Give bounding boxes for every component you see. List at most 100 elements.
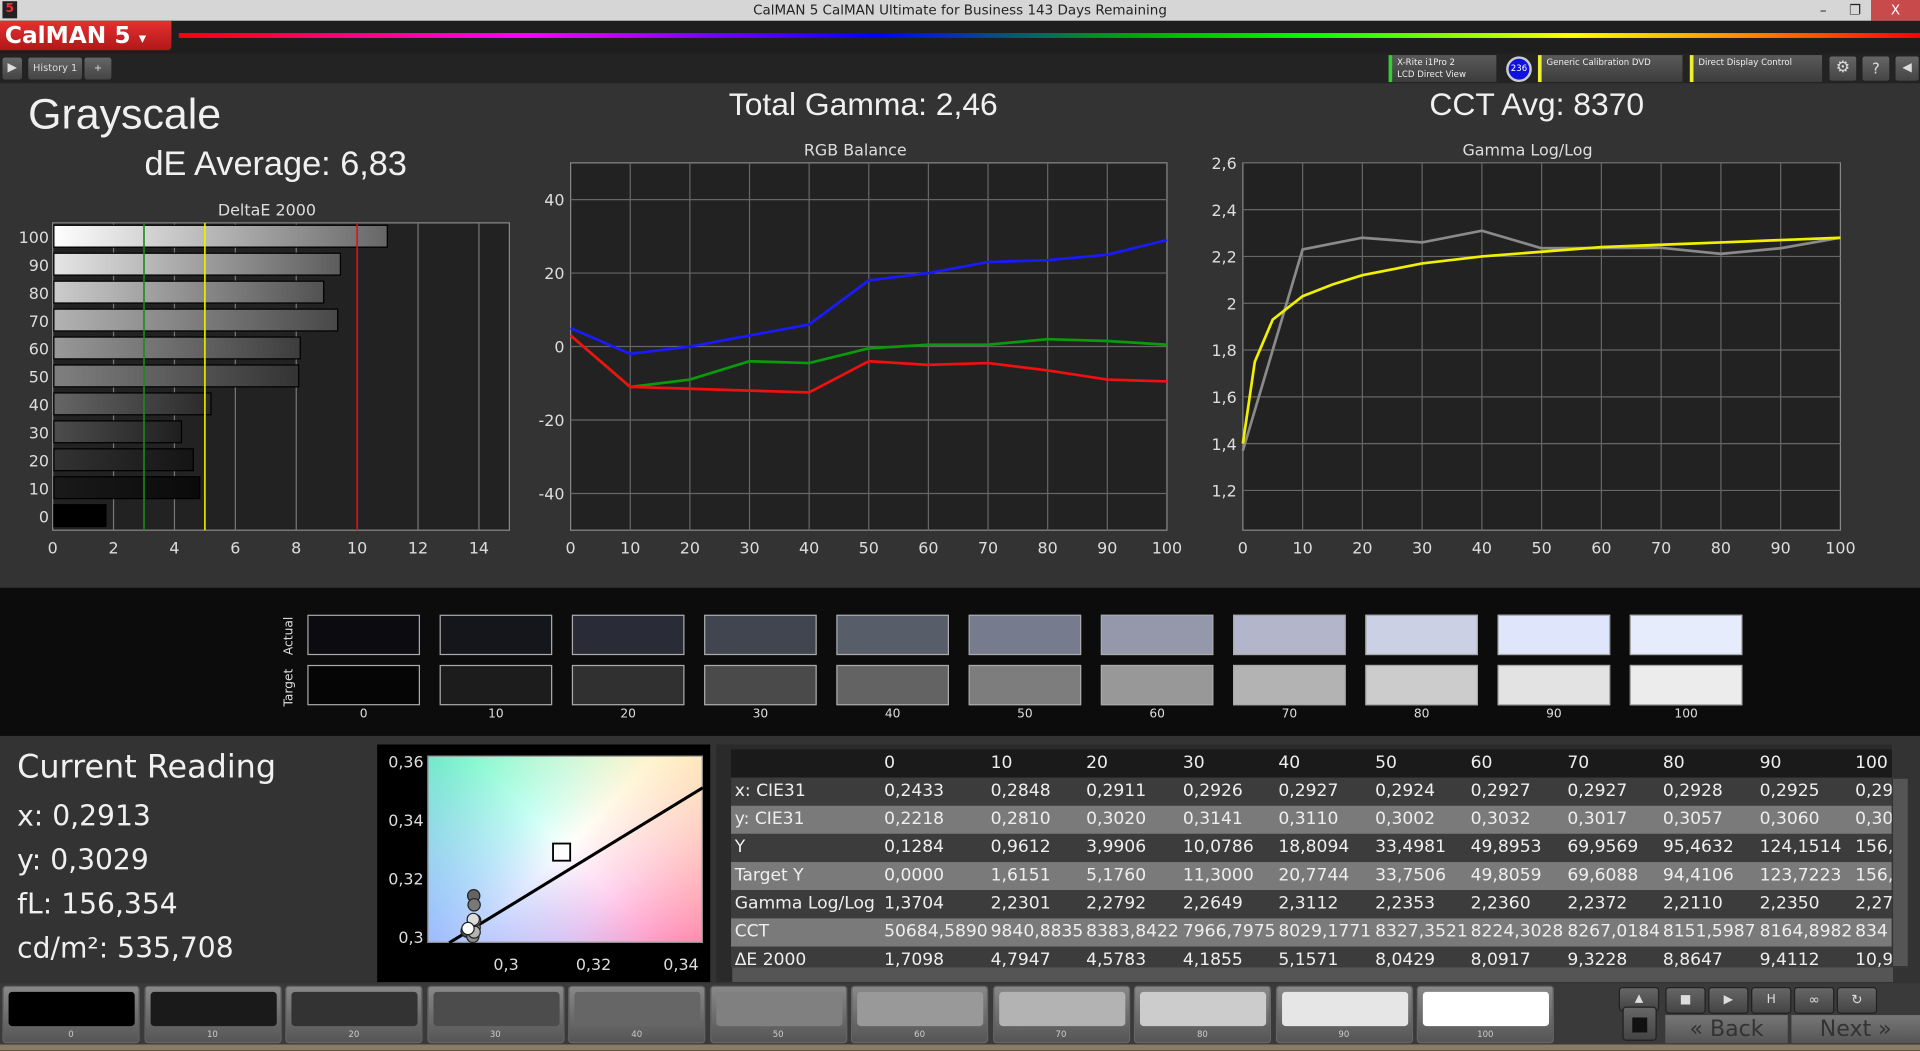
table-cell: 0,2218 (884, 809, 945, 829)
table-vertical-scrollbar[interactable] (1891, 777, 1909, 968)
table-cell: 0,3002 (1375, 809, 1436, 829)
table-cell: 8,0917 (1470, 950, 1531, 968)
table-horizontal-scrollbar[interactable] (732, 967, 1894, 983)
swatch-button-label: 40 (631, 1029, 643, 1040)
table-cell: 0,2927 (1278, 781, 1339, 801)
continuous-icon[interactable]: ∞ (1793, 986, 1835, 1014)
table-cell: 0,2810 (990, 809, 1051, 829)
swatch-button-label: 80 (1196, 1029, 1208, 1040)
table-cell: 8029,1771 (1278, 922, 1372, 942)
swatch-button-label: 10 (206, 1029, 218, 1040)
bottom-swatch-button[interactable]: 0 (2, 985, 140, 1044)
next-label: Next (1819, 1016, 1872, 1043)
table-cell: 9,3228 (1567, 950, 1628, 968)
table-cell: 123,7223 (1759, 865, 1842, 886)
stop-icon[interactable]: ■ (1622, 1006, 1657, 1041)
column-header[interactable]: 90 (1760, 749, 1782, 777)
cie-xtick: 0,34 (663, 955, 698, 974)
table-cell: 5,1760 (1086, 865, 1147, 886)
table-cell: 0,3141 (1182, 809, 1243, 829)
table-cell: 156, (1855, 837, 1892, 858)
column-header[interactable]: 10 (991, 749, 1013, 777)
table-cell: 1,6151 (990, 865, 1051, 886)
table-cell: 0,29 (1855, 781, 1892, 801)
swatch-button-label: 70 (1055, 1029, 1067, 1040)
swatch-button-label: 20 (348, 1029, 360, 1040)
bottom-swatch-button[interactable]: 60 (851, 985, 989, 1044)
next-button[interactable]: Next » (1791, 1015, 1920, 1044)
play-icon[interactable]: ▶ (1708, 986, 1749, 1014)
table-cell: 0,2927 (1567, 781, 1628, 801)
swatch-button-label: 60 (914, 1029, 926, 1040)
table-cell: 0,3020 (1086, 809, 1147, 829)
table-cell: 0,3060 (1759, 809, 1820, 829)
back-button[interactable]: « Back (1665, 1015, 1788, 1044)
table-cell: 8,8647 (1662, 950, 1723, 968)
table-cell: 2,2110 (1662, 893, 1723, 914)
data-table: 0 10 20 30 40 50 60 70 80 90 100 x: CIE31 0,2433 0,28… (731, 749, 1892, 968)
column-header[interactable]: 40 (1278, 749, 1300, 777)
table-cell: 1,7098 (884, 950, 945, 968)
swatch-fill (857, 991, 984, 1027)
swatch-fill (1140, 991, 1267, 1027)
table-cell: 0,2911 (1086, 781, 1147, 801)
column-header[interactable]: 80 (1663, 749, 1685, 777)
column-header[interactable]: 30 (1183, 749, 1205, 777)
table-cell: 0,30 (1855, 809, 1892, 829)
row-label: y: CIE31 (734, 809, 805, 829)
cie-ytick: 0,36 (388, 752, 423, 771)
table-row: x: CIE31 0,2433 0,2848 0,2911 0,2926 0,2927 0,… (731, 777, 1892, 806)
hold-icon[interactable]: H (1751, 986, 1792, 1014)
next-chevron-icon: » (1878, 1016, 1892, 1043)
refresh-icon[interactable]: ↻ (1836, 986, 1878, 1014)
swatch-fill (8, 991, 135, 1027)
bottom-swatch-button[interactable]: 80 (1133, 985, 1272, 1044)
column-header[interactable]: 0 (884, 749, 895, 777)
column-header[interactable]: 100 (1855, 749, 1888, 777)
swatch-fill (1422, 991, 1549, 1027)
cie-ytick: 0,3 (398, 928, 423, 947)
table-row: y: CIE31 0,2218 0,2810 0,3020 0,3141 0,3110 0,… (731, 805, 1892, 834)
column-header[interactable]: 60 (1471, 749, 1493, 777)
table-cell: 156, (1855, 865, 1892, 886)
table-cell: 2,3112 (1278, 893, 1339, 914)
table-cell: 20,7744 (1278, 865, 1350, 886)
table-cell: 49,8953 (1470, 837, 1542, 858)
table-cell: 2,2792 (1086, 893, 1147, 914)
column-header[interactable]: 70 (1567, 749, 1589, 777)
bottom-swatch-button[interactable]: 20 (285, 985, 423, 1044)
table-cell: 49,8059 (1470, 865, 1542, 886)
table-cell: 2,2360 (1470, 893, 1531, 914)
cie-xtick: 0,32 (576, 955, 611, 974)
table-cell: 94,4106 (1662, 865, 1734, 886)
row-label: Gamma Log/Log (734, 893, 875, 914)
back-chevron-icon: « (1689, 1016, 1703, 1043)
bottom-swatch-button[interactable]: 90 (1275, 985, 1413, 1044)
bottom-swatch-button[interactable]: 40 (568, 985, 706, 1044)
row-label: Y (734, 837, 746, 858)
table-cell: 0,3032 (1470, 809, 1531, 829)
bottom-swatch-button[interactable]: 100 (1416, 985, 1554, 1044)
swatch-button-label: 90 (1338, 1029, 1350, 1040)
table-cell: 10,9 (1855, 950, 1892, 968)
table-cell: 0,2848 (990, 781, 1051, 801)
table-cell: 124,1514 (1759, 837, 1842, 858)
bottom-swatch-button[interactable]: 70 (992, 985, 1130, 1044)
table-cell: 0,2433 (884, 781, 945, 801)
table-cell: 8383,8422 (1086, 922, 1179, 942)
column-header[interactable]: 20 (1086, 749, 1108, 777)
table-cell: 2,2301 (990, 893, 1051, 914)
table-row: Y 0,1284 0,9612 3,9906 10,0786 18,8094 33,4981… (731, 833, 1892, 863)
record-icon[interactable]: ■ (1665, 986, 1706, 1014)
column-header[interactable]: 50 (1375, 749, 1397, 777)
table-cell: 834 (1855, 922, 1888, 942)
bottom-swatch-button[interactable]: 50 (709, 985, 847, 1044)
bottom-swatch-button[interactable]: 10 (143, 985, 282, 1044)
table-cell: 0,2928 (1662, 781, 1723, 801)
table-row: CCT 50684,5890 9840,8835 8383,8422 7966,7975… (731, 918, 1892, 947)
swatch-button-label: 0 (68, 1029, 74, 1040)
table-cell: 8164,8982 (1759, 922, 1853, 942)
bottom-swatch-button[interactable]: 30 (426, 985, 564, 1044)
table-cell: 0,2925 (1759, 781, 1820, 801)
target-whitepoint-marker (552, 842, 572, 862)
